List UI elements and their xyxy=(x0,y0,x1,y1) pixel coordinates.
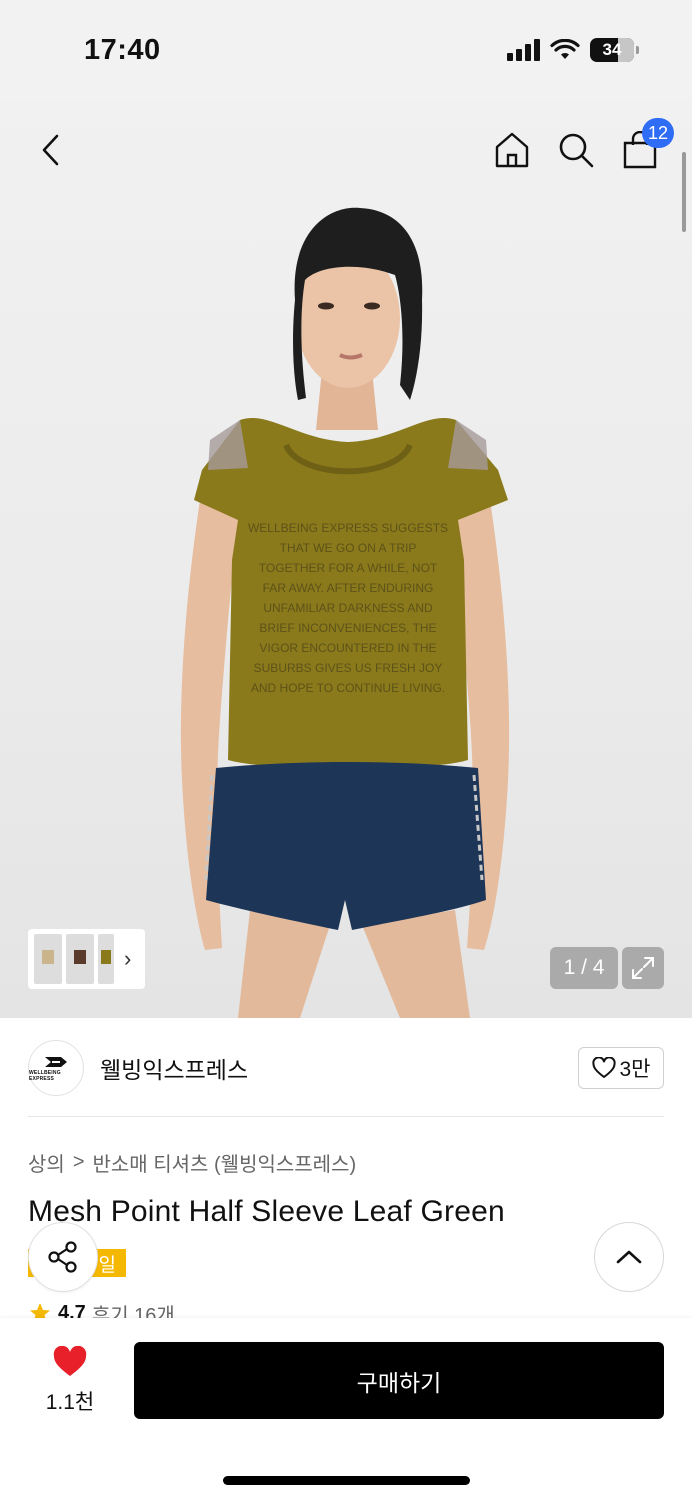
shirt-print-line: UNFAMILIAR DARKNESS AND xyxy=(263,601,433,615)
thumbnail[interactable] xyxy=(98,934,114,984)
search-icon xyxy=(559,133,594,168)
status-time: 17:40 xyxy=(84,34,161,66)
chevron-up-icon xyxy=(616,1250,642,1264)
breadcrumb-separator: > xyxy=(72,1151,85,1173)
brand-name[interactable]: 웰빙익스프레스 xyxy=(100,1051,248,1085)
thumbnail[interactable] xyxy=(66,934,94,984)
divider xyxy=(28,1116,664,1117)
status-bar: 17:40 34 xyxy=(0,0,692,100)
cart-count-badge: 12 xyxy=(641,118,674,148)
shirt-print-line: THAT WE GO ON A TRIP xyxy=(280,541,417,555)
shirt-print-line: AND HOPE TO CONTINUE LIVING. xyxy=(251,681,445,695)
home-button[interactable] xyxy=(490,128,534,172)
thumbnail-strip[interactable]: › xyxy=(28,929,145,989)
expand-button[interactable] xyxy=(622,947,664,989)
brand-logo[interactable]: WELLBEING EXPRESS xyxy=(28,1040,84,1096)
wifi-icon xyxy=(550,39,580,59)
home-indicator[interactable] xyxy=(223,1476,470,1485)
shirt-print-line: WELLBEING EXPRESS SUGGESTS xyxy=(248,521,448,535)
wish-count: 1.1천 xyxy=(45,1391,95,1414)
expand-icon xyxy=(632,957,654,979)
wish-button[interactable]: 1.1천 xyxy=(30,1346,110,1416)
brand-row[interactable]: WELLBEING EXPRESS 웰빙익스프레스 3만 xyxy=(28,1038,664,1098)
heart-outline-icon xyxy=(591,1057,616,1078)
breadcrumb-subcategory[interactable]: 반소매 티셔츠 (웰빙익스프레스) xyxy=(93,1148,357,1177)
share-button[interactable] xyxy=(28,1222,98,1292)
shirt-print-line: BRIEF INCONVENIENCES, THE xyxy=(259,621,436,635)
brand-logo-text: WELLBEING EXPRESS xyxy=(29,1069,61,1082)
shirt-print-line: SUBURBS GIVES US FRESH JOY xyxy=(254,661,443,675)
breadcrumb-category[interactable]: 상의 xyxy=(28,1148,65,1177)
bottom-action-bar: 1.1천 구매하기 xyxy=(0,1318,692,1500)
search-button[interactable] xyxy=(554,128,598,172)
product-title: Mesh Point Half Sleeve Leaf Green xyxy=(28,1195,505,1228)
scroll-to-top-button[interactable] xyxy=(594,1222,664,1292)
battery-level: 34 xyxy=(602,40,622,59)
brand-like-button[interactable]: 3만 xyxy=(578,1047,664,1089)
shirt-print-line: FAR AWAY. AFTER ENDURING xyxy=(263,581,434,595)
shirt-print-line: VIGOR ENCOUNTERED IN THE xyxy=(259,641,436,655)
top-navigation: 12 xyxy=(0,110,692,190)
image-pager: 1 / 4 xyxy=(550,947,618,989)
back-button[interactable] xyxy=(30,128,70,172)
cart-button[interactable]: 12 xyxy=(620,118,674,170)
brand-logo-mark xyxy=(45,1056,67,1067)
chevron-left-icon xyxy=(42,134,59,166)
chevron-right-icon[interactable]: › xyxy=(124,946,131,972)
status-icons: 34 xyxy=(507,38,639,62)
home-icon xyxy=(495,132,529,168)
thumbnail[interactable] xyxy=(34,934,62,984)
signal-icon xyxy=(507,39,540,61)
heart-filled-icon xyxy=(53,1346,87,1376)
scrollbar[interactable] xyxy=(682,152,686,232)
shirt-print-line: TOGETHER FOR A WHILE, NOT xyxy=(259,561,438,575)
breadcrumb: 상의 > 반소매 티셔츠 (웰빙익스프레스) xyxy=(28,1148,356,1177)
buy-button[interactable]: 구매하기 xyxy=(134,1342,664,1419)
share-icon xyxy=(48,1241,77,1273)
brand-like-count: 3만 xyxy=(619,1058,651,1081)
battery-icon: 34 xyxy=(590,38,639,62)
